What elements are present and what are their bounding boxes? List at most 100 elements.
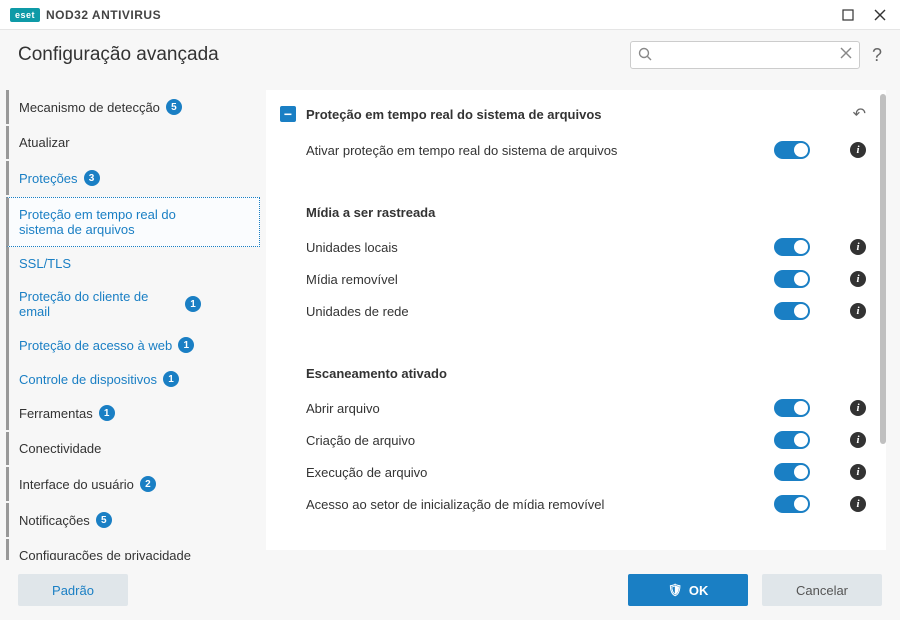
main: Mecanismo de detecção 5 Atualizar Proteçõ… [0,80,900,560]
info-icon[interactable]: i [850,303,866,319]
sidebar-item-label: Mecanismo de detecção [19,100,160,115]
header-right: ? [630,41,882,69]
titlebar-left: eset NOD32 ANTIVIRUS [10,8,161,22]
sidebar-item-ssl-tls[interactable]: SSL/TLS [6,247,260,280]
info-icon[interactable]: i [850,142,866,158]
sidebar-item-realtime-protection[interactable]: Proteção em tempo real do sistema de arq… [6,197,260,247]
info-icon[interactable]: i [850,239,866,255]
product-name: NOD32 ANTIVIRUS [46,8,161,22]
info-icon[interactable]: i [850,496,866,512]
info-icon[interactable]: i [850,400,866,416]
badge: 3 [84,170,100,186]
setting-label: Criação de arquivo [306,433,774,448]
ok-button[interactable]: 🛡 OK [628,574,748,606]
setting-row-file-creation: Criação de arquivo i [280,424,866,456]
page-title: Configuração avançada [18,44,219,66]
eset-logo: eset [10,8,40,22]
heading-scan-on: Escaneamento ativado [280,341,866,392]
sidebar-item-label: Notificações [19,513,90,528]
scrollbar[interactable] [880,94,886,444]
close-button[interactable] [870,5,890,25]
search-box [630,41,860,69]
sidebar-item-web-access[interactable]: Proteção de acesso à web 1 [6,328,260,362]
sidebar-item-label: Proteção de acesso à web [19,338,172,353]
toggle-enable-realtime[interactable] [774,141,810,159]
sidebar-item-connectivity[interactable]: Conectividade [6,432,260,465]
heading-label: Exclusões de processos [306,541,866,550]
sidebar-item-device-control[interactable]: Controle de dispositivos 1 [6,362,260,396]
sidebar-item-label: Proteção em tempo real do sistema de arq… [19,207,219,237]
badge: 5 [166,99,182,115]
sidebar-item-email-client[interactable]: Proteção do cliente de email 1 [6,280,260,328]
heading-media: Mídia a ser rastreada [280,180,866,231]
info-icon[interactable]: i [850,271,866,287]
setting-row-enable-realtime: Ativar proteção em tempo real do sistema… [280,134,866,166]
content-panel: − Proteção em tempo real do sistema de a… [266,90,886,550]
sidebar: Mecanismo de detecção 5 Atualizar Proteçõ… [0,80,260,560]
toggle-local-drives[interactable] [774,238,810,256]
setting-label: Mídia removível [306,272,774,287]
badge: 1 [178,337,194,353]
setting-row-local-drives: Unidades locais i [280,231,866,263]
footer: Padrão 🛡 OK Cancelar [0,560,900,620]
help-button[interactable]: ? [872,45,882,66]
collapse-icon[interactable]: − [280,106,296,122]
maximize-button[interactable] [838,5,858,25]
sidebar-item-label: SSL/TLS [19,256,71,271]
search-input[interactable] [630,41,860,69]
sidebar-item-label: Interface do usuário [19,477,134,492]
heading-label: Mídia a ser rastreada [306,187,866,224]
sidebar-item-label: Configurações de privacidade [19,548,191,560]
setting-label: Abrir arquivo [306,401,774,416]
setting-label: Unidades locais [306,240,774,255]
shield-icon: 🛡 [668,583,683,597]
heading-label: Escaneamento ativado [306,348,866,385]
toggle-file-open[interactable] [774,399,810,417]
badge: 5 [96,512,112,528]
badge: 2 [140,476,156,492]
setting-label: Ativar proteção em tempo real do sistema… [306,143,774,158]
section-title: Proteção em tempo real do sistema de arq… [306,107,843,122]
sidebar-item-tools[interactable]: Ferramentas 1 [6,396,260,430]
info-icon[interactable]: i [850,432,866,448]
sidebar-item-ui[interactable]: Interface do usuário 2 [6,467,260,501]
toggle-boot-sector[interactable] [774,495,810,513]
setting-row-network-drives: Unidades de rede i [280,295,866,327]
sidebar-item-privacy[interactable]: Configurações de privacidade [6,539,260,560]
window-controls [838,5,890,25]
revert-icon[interactable]: ↶ [853,104,866,124]
sidebar-item-label: Controle de dispositivos [19,372,157,387]
sidebar-item-detection-engine[interactable]: Mecanismo de detecção 5 [6,90,260,124]
toggle-removable-media[interactable] [774,270,810,288]
default-button[interactable]: Padrão [18,574,128,606]
info-icon[interactable]: i [850,464,866,480]
sidebar-item-protections[interactable]: Proteções 3 [6,161,260,195]
sidebar-item-label: Proteções [19,171,78,186]
cancel-button[interactable]: Cancelar [762,574,882,606]
clear-search-icon[interactable] [840,47,852,62]
setting-row-file-open: Abrir arquivo i [280,392,866,424]
setting-row-removable-media: Mídia removível i [280,263,866,295]
setting-label: Acesso ao setor de inicialização de mídi… [306,497,774,512]
badge: 1 [185,296,201,312]
setting-row-boot-sector: Acesso ao setor de inicialização de mídi… [280,488,866,520]
toggle-file-creation[interactable] [774,431,810,449]
toggle-network-drives[interactable] [774,302,810,320]
setting-row-file-execution: Execução de arquivo i [280,456,866,488]
sidebar-item-label: Ferramentas [19,406,93,421]
titlebar: eset NOD32 ANTIVIRUS [0,0,900,30]
heading-process-exclusions: Exclusões de processos [280,534,866,550]
setting-label: Execução de arquivo [306,465,774,480]
header: Configuração avançada ? [0,30,900,80]
toggle-file-execution[interactable] [774,463,810,481]
ok-label: OK [689,583,709,598]
sidebar-item-label: Atualizar [19,135,70,150]
badge: 1 [99,405,115,421]
sidebar-item-update[interactable]: Atualizar [6,126,260,159]
setting-label: Unidades de rede [306,304,774,319]
search-icon [638,47,652,64]
badge: 1 [163,371,179,387]
section-header: − Proteção em tempo real do sistema de a… [280,90,866,134]
sidebar-item-notifications[interactable]: Notificações 5 [6,503,260,537]
sidebar-item-label: Proteção do cliente de email [19,289,179,319]
